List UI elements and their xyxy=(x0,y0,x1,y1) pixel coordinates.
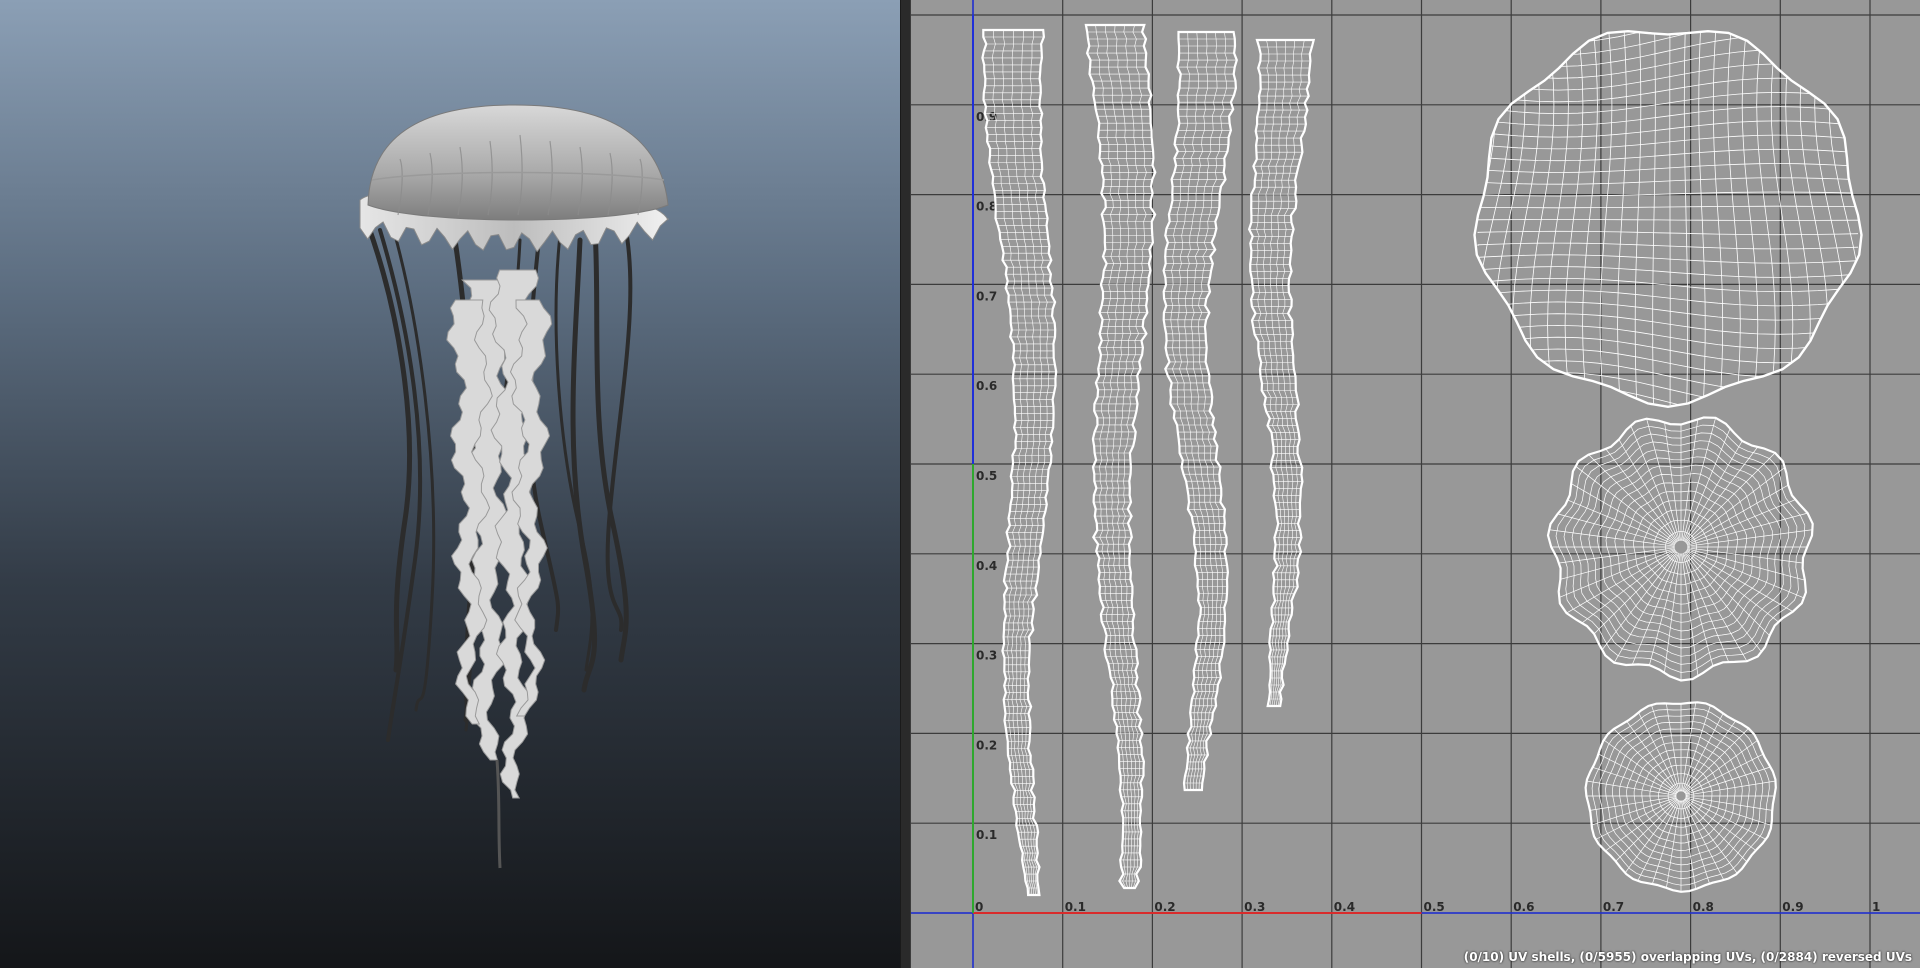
uv-editor-panel[interactable]: 0 0.1 0.2 0.3 0.4 0.5 0.6 0.7 0.8 0.9 1 0.1 0.2 0.3 0.… xyxy=(911,0,1920,968)
uv-shell-tentacle-1 xyxy=(981,28,1058,897)
u-tick-label: 1 xyxy=(1872,900,1880,914)
uv-shell-bell-top xyxy=(1473,29,1863,409)
tentacle xyxy=(570,237,598,693)
uv-edge-rows xyxy=(1249,39,1314,707)
u-tick-label: 0.7 xyxy=(1603,900,1624,914)
tentacle xyxy=(365,222,412,673)
v-tick-label: 0.2 xyxy=(976,738,997,752)
uv-shell-border xyxy=(1546,416,1814,682)
u-tick-label: 0.3 xyxy=(1244,900,1265,914)
u-tick-label: 0.8 xyxy=(1693,900,1714,914)
jellyfish-model[interactable] xyxy=(0,0,900,968)
u-tick-label: 0.6 xyxy=(1513,900,1534,914)
tentacle xyxy=(605,223,633,632)
v-tick-label: 0.6 xyxy=(976,379,997,393)
v-tick-label: 0.5 xyxy=(976,469,997,483)
uv-grid-lines xyxy=(911,0,1920,968)
u-tick-label: 0.5 xyxy=(1424,900,1445,914)
uv-edge-rings xyxy=(1547,417,1814,681)
uv-status-text: (0/10) UV shells, (0/5955) overlapping U… xyxy=(1463,950,1912,964)
v-tick-label: 0.3 xyxy=(976,649,997,663)
uv-shell-tentacle-3 xyxy=(1162,30,1238,792)
uv-edge-cols xyxy=(1248,39,1314,707)
u-tick-label: 0.4 xyxy=(1334,900,1355,914)
v-tick-label: 0.8 xyxy=(976,200,997,214)
uv-edge-spokes xyxy=(1548,417,1814,681)
u-tick-label: 0.2 xyxy=(1154,900,1175,914)
uv-edge-spokes xyxy=(1586,702,1776,892)
v-tick-label: 0.4 xyxy=(976,559,997,573)
panel-divider[interactable] xyxy=(900,0,911,968)
u-tick-label: 0.9 xyxy=(1782,900,1803,914)
v-tick-label: 0.1 xyxy=(976,828,997,842)
uv-shell-border xyxy=(1247,38,1316,708)
uv-edge-rows xyxy=(1477,31,1859,407)
arm-tip xyxy=(495,759,502,869)
bell-dome xyxy=(367,104,669,221)
uv-shell-border xyxy=(1084,23,1157,890)
uv-shell-bell-inner xyxy=(1546,416,1814,682)
perspective-viewport[interactable] xyxy=(0,0,900,968)
u-tick-label: 0 xyxy=(975,900,983,914)
uv-shell-bell-cap xyxy=(1584,701,1777,893)
v-tick-label: 0.7 xyxy=(976,289,997,303)
u-tick-label: 0.1 xyxy=(1065,900,1086,914)
oral-arms xyxy=(446,269,553,799)
uv-shell-tentacle-2 xyxy=(1084,23,1157,890)
uv-shell-tentacle-4 xyxy=(1247,38,1316,708)
uv-shell-border xyxy=(1473,29,1863,409)
tentacle xyxy=(378,228,423,742)
uv-grid: 0 0.1 0.2 0.3 0.4 0.5 0.6 0.7 0.8 0.9 1 0.1 0.2 0.3 0.… xyxy=(911,0,1920,968)
